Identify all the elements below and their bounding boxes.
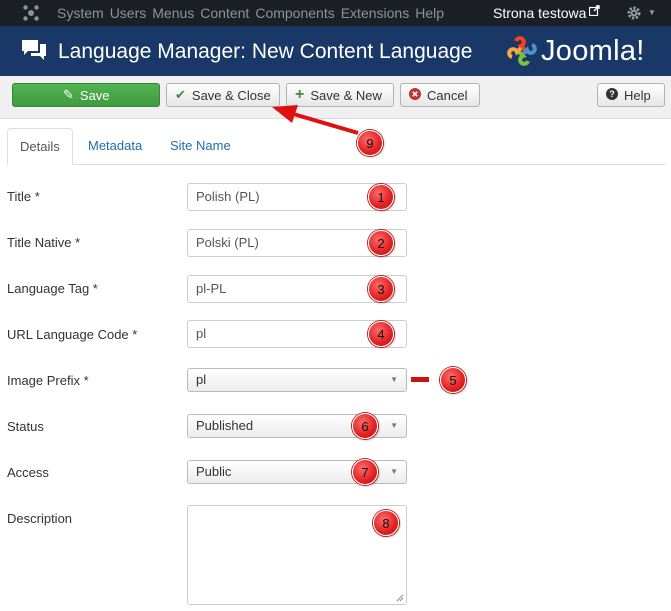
image-prefix-value: pl xyxy=(196,372,207,387)
status-value: Published xyxy=(196,418,254,433)
annotation-marker-6: 6 xyxy=(352,413,378,439)
annotation-marker-3: 3 xyxy=(368,276,394,302)
save-close-label: Save & Close xyxy=(191,87,271,103)
menu-content[interactable]: Content xyxy=(200,0,249,26)
joomla-brand-icon xyxy=(507,36,537,66)
edit-icon: ✎ xyxy=(63,87,74,102)
description-label: Description xyxy=(7,511,73,526)
access-label: Access xyxy=(7,465,49,480)
url-code-label: URL Language Code * xyxy=(7,327,138,342)
save-label: Save xyxy=(79,87,110,103)
tab-metadata[interactable]: Metadata xyxy=(76,128,154,164)
annotation-marker-9: 9 xyxy=(357,130,383,156)
chevron-down-icon: ▼ xyxy=(390,375,398,384)
help-label: Help xyxy=(624,87,651,103)
cancel-label: Cancel xyxy=(427,87,468,103)
help-icon: ? xyxy=(606,87,618,103)
menu-components[interactable]: Components xyxy=(255,0,334,26)
annotation-dash xyxy=(411,377,429,382)
tab-site-name[interactable]: Site Name xyxy=(158,128,243,164)
joomla-logo-icon[interactable] xyxy=(20,2,42,24)
language-tag-label: Language Tag * xyxy=(7,281,98,296)
site-name: Strona testowa xyxy=(493,5,587,21)
joomla-brand-logo: Joomla! xyxy=(507,32,645,70)
access-value: Public xyxy=(196,464,232,479)
page-header: Language Manager: New Content Language J… xyxy=(0,26,671,76)
annotation-marker-7: 7 xyxy=(352,459,378,485)
gear-icon[interactable] xyxy=(626,3,644,23)
annotation-marker-4: 4 xyxy=(368,321,394,347)
annotation-marker-1: 1 xyxy=(368,184,394,210)
image-prefix-select[interactable]: pl ▼ xyxy=(187,368,407,392)
help-button[interactable]: ? Help xyxy=(597,83,665,107)
menu-users[interactable]: Users xyxy=(110,0,147,26)
caret-down-icon[interactable]: ▼ xyxy=(648,0,656,26)
chevron-down-icon: ▼ xyxy=(390,421,398,430)
annotation-marker-2: 2 xyxy=(368,230,394,256)
top-navbar: System Users Menus Content Components Ex… xyxy=(0,0,671,26)
tab-bar: Details Metadata Site Name xyxy=(7,128,665,165)
title-native-label: Title Native * xyxy=(7,235,81,250)
resize-grip-icon[interactable] xyxy=(396,594,404,602)
cancel-icon xyxy=(409,87,421,103)
status-label: Status xyxy=(7,419,44,434)
page-title: Language Manager: New Content Language xyxy=(58,40,473,63)
site-link[interactable]: Strona testowa xyxy=(493,0,601,26)
joomla-brand-text: Joomla! xyxy=(541,34,645,67)
speech-bubbles-icon xyxy=(20,38,48,64)
menu-help[interactable]: Help xyxy=(415,0,444,26)
checkmark-icon: ✔ xyxy=(175,87,186,102)
menu-extensions[interactable]: Extensions xyxy=(341,0,409,26)
svg-text:?: ? xyxy=(609,89,615,99)
tab-details[interactable]: Details xyxy=(7,128,73,165)
external-link-icon xyxy=(589,0,601,26)
annotation-marker-5: 5 xyxy=(440,367,466,393)
top-menu: System Users Menus Content Components Ex… xyxy=(57,0,450,26)
chevron-down-icon: ▼ xyxy=(390,467,398,476)
image-prefix-label: Image Prefix * xyxy=(7,373,89,388)
cancel-button[interactable]: Cancel xyxy=(400,83,480,107)
title-label: Title * xyxy=(7,189,40,204)
annotation-marker-8: 8 xyxy=(373,510,399,536)
menu-menus[interactable]: Menus xyxy=(152,0,194,26)
menu-system[interactable]: System xyxy=(57,0,104,26)
save-button[interactable]: ✎ Save xyxy=(12,83,160,107)
